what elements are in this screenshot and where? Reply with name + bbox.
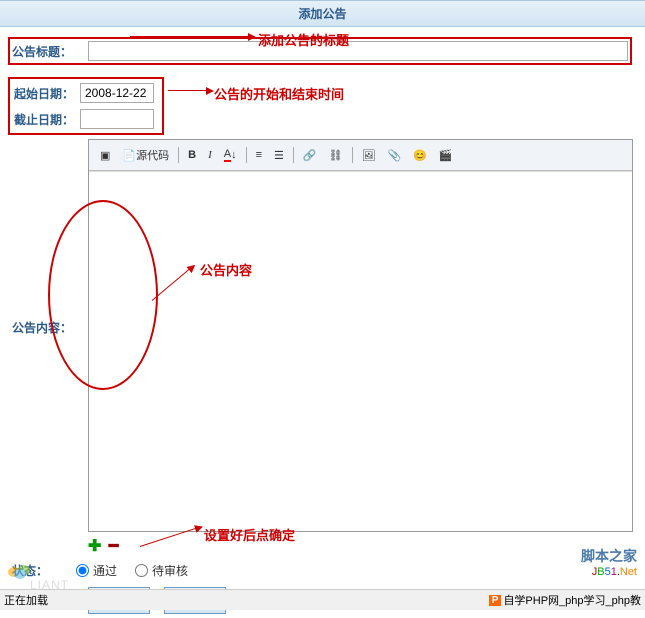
editor-content[interactable]	[89, 171, 632, 531]
start-date-label: 起始日期：	[14, 85, 80, 102]
start-date-input[interactable]	[80, 83, 154, 103]
end-date-input[interactable]	[80, 109, 154, 129]
editor-toolbar: ▣ 📄 源代码 B I A↓ ≡ ☰ 🔗 ⛓ 🖼 📎 😊 🎬	[89, 140, 632, 171]
ordered-list-button[interactable]: ≡	[251, 146, 267, 164]
status-bar: 正在加载 P 自学PHP网_php学习_php教	[0, 589, 645, 610]
annotation-submit: 设置好后点确定	[204, 525, 295, 544]
color-button[interactable]: A↓	[219, 145, 242, 165]
footer-left: 正在加载	[4, 592, 48, 608]
status-pass-radio[interactable]	[76, 564, 89, 577]
status-pending-radio[interactable]	[135, 564, 148, 577]
status-pending-option[interactable]: 待审核	[135, 562, 188, 579]
p-badge-icon: P	[489, 595, 502, 606]
end-date-label: 截止日期：	[14, 111, 80, 128]
italic-button[interactable]: I	[203, 146, 217, 164]
bold-button[interactable]: B	[183, 146, 201, 164]
attach-button[interactable]: 📎	[383, 146, 407, 165]
add-icon[interactable]: ✚	[88, 538, 101, 555]
page-header: 添加公告	[0, 0, 645, 27]
unordered-list-button[interactable]: ☰	[269, 146, 289, 165]
site-logo: 脚本之家 JB51.Net	[581, 546, 637, 578]
image-button[interactable]: 🖼	[357, 146, 381, 165]
status-row: 状态： 通过 待审核	[0, 558, 645, 583]
source-button[interactable]: 📄 源代码	[117, 144, 174, 166]
remove-icon[interactable]: ━	[109, 538, 119, 555]
unlink-button[interactable]: ⛓	[324, 146, 348, 165]
title-input[interactable]	[88, 41, 628, 61]
link-button[interactable]: 🔗	[298, 146, 322, 165]
annotation-content: 公告内容	[200, 260, 252, 279]
footer-right-text: 自学PHP网_php学习_php教	[503, 592, 641, 608]
emoji-button[interactable]: 😊	[408, 146, 432, 165]
annotation-arrow	[130, 36, 250, 37]
annotation-date: 公告的开始和结束时间	[214, 84, 344, 103]
add-remove-controls: ✚ ━	[0, 532, 645, 558]
annotation-title: 添加公告的标题	[258, 30, 349, 49]
annotation-arrow	[168, 90, 208, 91]
media-button[interactable]: 🎬	[434, 146, 458, 165]
content-label: 公告内容：	[0, 319, 76, 336]
title-label: 公告标题：	[12, 43, 88, 60]
page-title: 添加公告	[298, 7, 346, 21]
rich-editor: ▣ 📄 源代码 B I A↓ ≡ ☰ 🔗 ⛓ 🖼 📎 😊 🎬	[88, 139, 633, 532]
status-pass-option[interactable]: 通过	[76, 562, 117, 579]
expand-icon[interactable]: ▣	[95, 146, 115, 165]
